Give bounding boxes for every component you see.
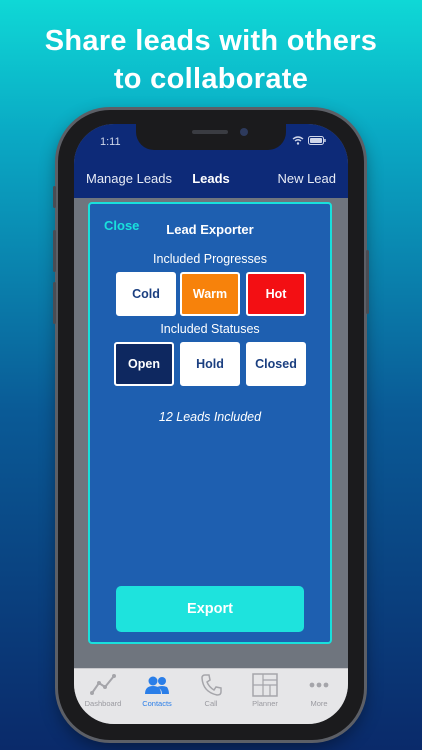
status-hold-button[interactable]: Hold [180, 342, 240, 386]
tab-bar: Dashboard Contacts Call Planner More [74, 668, 348, 724]
tab-more[interactable]: More [292, 673, 346, 708]
headline-line-2: to collaborate [113, 63, 309, 95]
phone-screen: 1:11 Manage Leads Leads New Lead Close L… [74, 124, 348, 724]
lead-exporter-modal: Close Lead Exporter Included Progresses … [88, 202, 332, 644]
chart-line-icon [90, 674, 116, 695]
system-icons [292, 136, 326, 145]
tab-label: Call [204, 699, 218, 708]
notch [136, 124, 286, 150]
speaker [192, 130, 228, 134]
volume-down-button [53, 282, 56, 324]
wifi-icon [292, 136, 304, 145]
export-button[interactable]: Export [116, 586, 304, 632]
status-time: 1:11 [100, 136, 121, 148]
headline: Share leads with others to collaborate [0, 22, 422, 98]
silent-switch [53, 186, 56, 208]
tab-label: More [310, 699, 328, 708]
new-lead-button[interactable]: New Lead [277, 171, 336, 186]
progress-hot-button[interactable]: Hot [246, 272, 306, 316]
tab-call[interactable]: Call [184, 673, 238, 708]
tab-label: Planner [252, 699, 278, 708]
grid-icon [252, 673, 278, 697]
progress-cold-button[interactable]: Cold [116, 272, 176, 316]
headline-line-1: Share leads with others [44, 25, 378, 57]
status-bar: 1:11 [74, 124, 348, 160]
status-closed-button[interactable]: Closed [246, 342, 306, 386]
more-dots-icon [309, 682, 329, 688]
tab-dashboard[interactable]: Dashboard [76, 673, 130, 708]
phone-frame: 1:11 Manage Leads Leads New Lead Close L… [53, 110, 369, 740]
volume-up-button [53, 230, 56, 272]
leads-included-count: 12 Leads Included [158, 410, 262, 424]
people-icon [145, 676, 169, 694]
battery-icon [308, 136, 326, 145]
phone-icon [201, 674, 222, 696]
progress-warm-button[interactable]: Warm [180, 272, 240, 316]
front-camera [240, 128, 248, 136]
tab-label: Contacts [142, 699, 172, 708]
modal-title: Lead Exporter [166, 222, 254, 237]
tab-contacts[interactable]: Contacts [130, 673, 184, 708]
tab-label: Dashboard [84, 699, 122, 708]
progresses-label: Included Progresses [153, 252, 267, 266]
status-open-button[interactable]: Open [114, 342, 174, 386]
tab-planner[interactable]: Planner [238, 673, 292, 708]
navigation-bar: Manage Leads Leads New Lead [74, 160, 348, 198]
statuses-label: Included Statuses [160, 322, 260, 336]
power-button [366, 250, 369, 314]
